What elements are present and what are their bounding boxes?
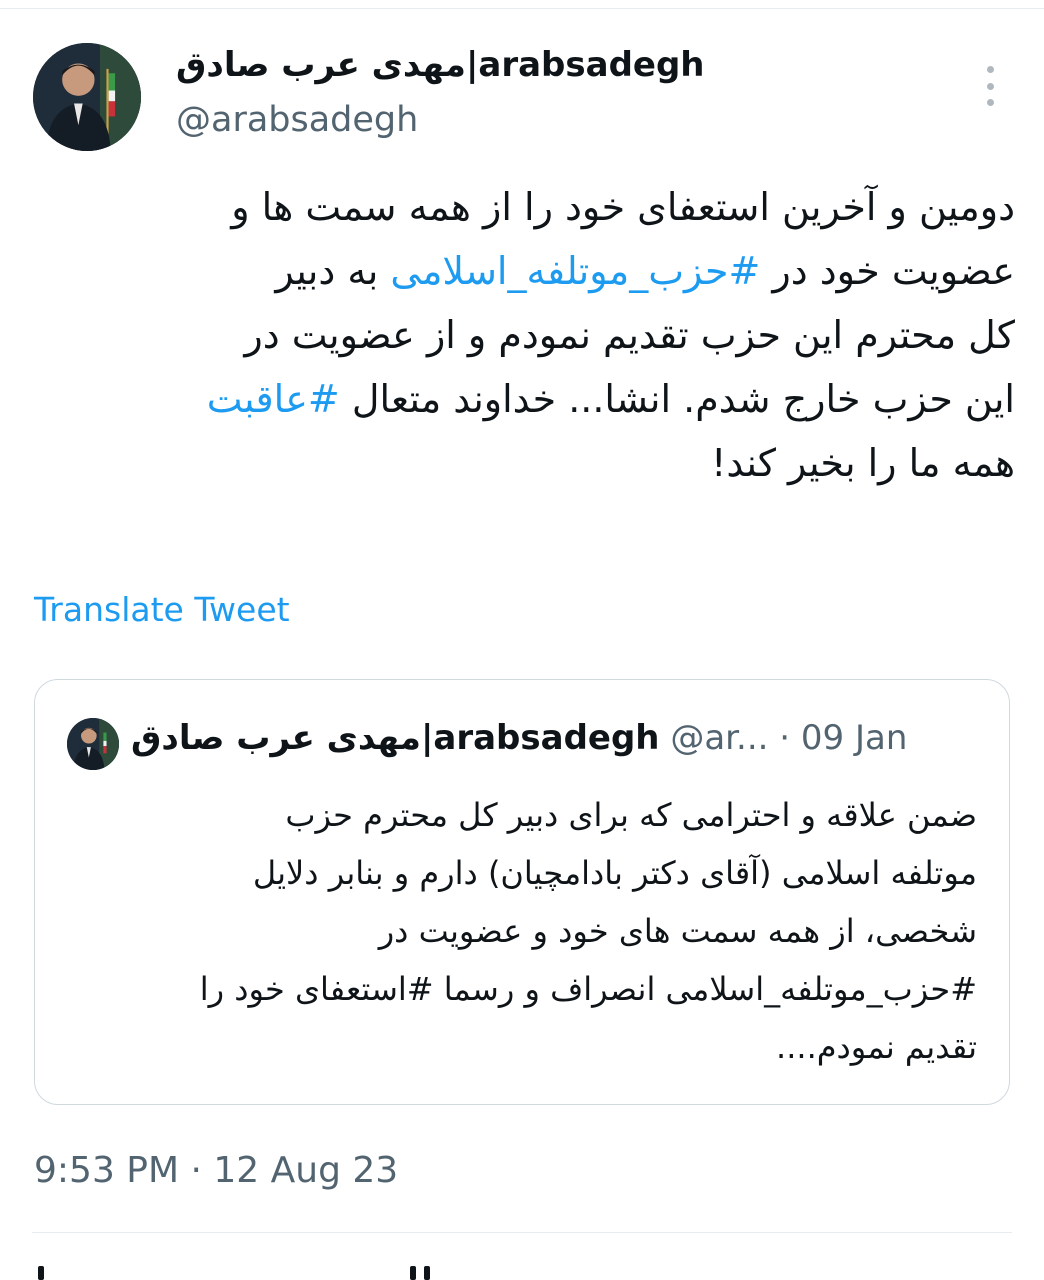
tweet-text-segment: عضویت خود در — [760, 249, 1015, 293]
tweet-text-line: کل محترم این حزب تقدیم نمودم و از عضویت … — [30, 303, 1015, 367]
bottom-divider — [32, 1232, 1012, 1233]
stats-glyph — [410, 1266, 416, 1280]
quoted-text-line: تقدیم نمودم.... — [776, 1028, 977, 1066]
quoted-tweet-text: ضمن علاقه و احترامی که برای دبیر کل محتر… — [65, 786, 977, 1076]
stats-glyph — [38, 1266, 44, 1280]
quoted-tweet-date: 09 Jan — [800, 718, 908, 758]
more-options-icon[interactable] — [978, 66, 1002, 106]
quoted-author-handle: @ar... — [670, 718, 769, 758]
tweet-text-segment: این حزب خارج شدم. انشا... خداوند متعال — [339, 377, 1015, 421]
more-dot — [986, 82, 994, 90]
top-divider — [0, 8, 1044, 9]
tweet-text-segment: همه ما را بخیر کند! — [711, 441, 1015, 485]
quoted-text-line: موتلفه اسلامی (آقای دکتر بادامچیان) دارم… — [252, 854, 977, 892]
quoted-text-line: ضمن علاقه و احترامی که برای دبیر کل محتر… — [285, 796, 977, 834]
tweet-text: دومین و آخرین استعفای خود را از همه سمت … — [30, 175, 1015, 495]
hashtag-link[interactable]: #عاقبت — [207, 377, 340, 421]
tweet-text-line: دومین و آخرین استعفای خود را از همه سمت … — [30, 175, 1015, 239]
author-avatar[interactable] — [33, 43, 141, 151]
tweet-text-line: این حزب خارج شدم. انشا... خداوند متعال #… — [30, 367, 1015, 431]
quoted-author-name: مهدی عرب صادق|arabsadegh — [131, 718, 660, 758]
author-display-name[interactable]: مهدی عرب صادق|arabsadegh — [176, 45, 705, 85]
quoted-tweet-card[interactable]: مهدی عرب صادق|arabsadegh @ar... · 09 Jan… — [34, 679, 1010, 1105]
tweet-text-segment: دومین و آخرین استعفای خود را از همه سمت … — [231, 185, 1015, 229]
stats-glyph — [424, 1266, 430, 1280]
quoted-tweet-header: مهدی عرب صادق|arabsadegh @ar... · 09 Jan — [131, 716, 907, 760]
more-dot — [986, 66, 994, 73]
header-separator: · — [779, 718, 791, 758]
more-dot — [986, 99, 994, 106]
quoted-text-line: #حزب_موتلفه_اسلامی انصراف و رسما #استعفا… — [199, 970, 977, 1008]
quoted-author-avatar — [67, 718, 119, 770]
quoted-text-line: شخصی، از همه سمت های خود و عضویت در — [378, 912, 977, 950]
stats-row-cutoff — [32, 1266, 1012, 1280]
profile-photo — [67, 718, 119, 770]
hashtag-link[interactable]: #حزب_موتلفه_اسلامی — [390, 249, 760, 293]
tweet-text-segment: کل محترم این حزب تقدیم نمودم و از عضویت … — [244, 313, 1015, 357]
profile-photo — [33, 43, 141, 151]
translate-tweet-link[interactable]: Translate Tweet — [34, 590, 290, 629]
tweet-timestamp[interactable]: 9:53 PM · 12 Aug 23 — [34, 1150, 398, 1191]
tweet-text-line: عضویت خود در #حزب_موتلفه_اسلامی به دبیر — [30, 239, 1015, 303]
tweet-text-segment: به دبیر — [275, 249, 391, 293]
tweet-text-line: همه ما را بخیر کند! — [30, 431, 1015, 495]
author-handle[interactable]: @arabsadegh — [176, 100, 418, 140]
